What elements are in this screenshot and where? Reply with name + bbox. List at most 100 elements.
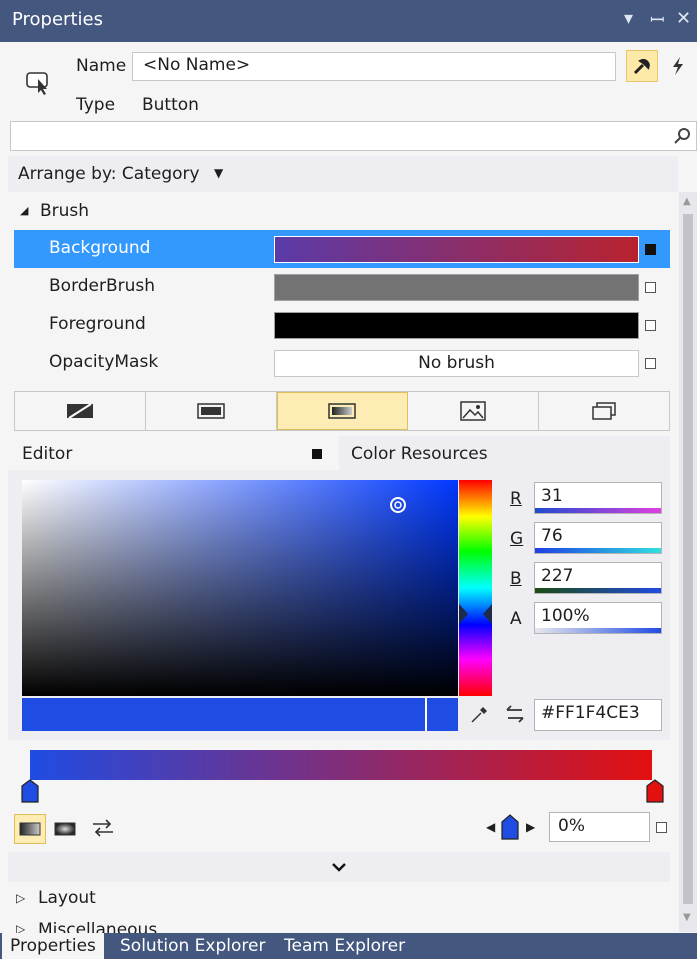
gradient-brush-tab[interactable] — [276, 392, 409, 430]
blue-channel-bar — [535, 588, 661, 593]
no-brush-icon — [66, 403, 93, 419]
property-name: Background — [49, 238, 151, 258]
color-preview — [22, 698, 458, 731]
property-search-input[interactable] — [10, 121, 697, 151]
layout-category-label: Layout — [38, 888, 96, 908]
hue-slider[interactable] — [459, 480, 492, 696]
red-channel-bar — [535, 508, 661, 513]
gradient-offset-input[interactable]: 0% — [549, 812, 650, 842]
selected-stop-icon — [501, 814, 519, 840]
properties-view-button[interactable] — [626, 50, 658, 82]
arrange-by-label: Arrange by: Category — [18, 164, 200, 184]
expanded-triangle-icon: ◢ — [20, 204, 29, 217]
borderbrush-swatch[interactable] — [274, 274, 639, 301]
blue-channel-input[interactable]: 227 — [534, 562, 662, 594]
vertical-scrollbar[interactable]: ▲ ▼ — [679, 192, 697, 932]
advanced-options-marker[interactable] — [656, 822, 667, 833]
opacitymask-value[interactable]: No brush — [274, 350, 639, 377]
green-value: 76 — [541, 526, 563, 546]
radial-gradient-button[interactable] — [50, 814, 80, 844]
dropdown-icon[interactable]: ▾ — [624, 8, 633, 29]
picker-cursor[interactable] — [389, 496, 407, 514]
advanced-options-marker[interactable] — [645, 358, 656, 369]
gradient-brush-icon — [328, 403, 357, 419]
hue-slider-thumb[interactable] — [459, 604, 492, 624]
green-channel-input[interactable]: 76 — [534, 522, 662, 554]
next-stop-arrow[interactable]: ▶ — [526, 820, 535, 834]
green-channel-bar — [535, 548, 661, 553]
tab-color-resources[interactable]: Color Resources — [339, 436, 670, 470]
scroll-down-arrow[interactable]: ▼ — [683, 912, 691, 923]
panel-title: Properties — [12, 9, 103, 30]
name-field[interactable]: <No Name> — [132, 52, 616, 81]
blue-value: 227 — [541, 566, 574, 586]
gradient-bar[interactable] — [30, 750, 652, 780]
saturation-value-picker[interactable] — [22, 480, 458, 696]
resource-brush-icon — [592, 402, 616, 420]
prev-stop-arrow[interactable]: ◀ — [486, 820, 495, 834]
solid-brush-icon — [196, 403, 225, 419]
wrench-icon — [633, 59, 650, 75]
alpha-channel-bar — [535, 628, 661, 633]
chevron-down-icon — [332, 863, 346, 872]
red-value: 31 — [541, 486, 563, 506]
misc-category-header[interactable]: ▷ Miscellaneous — [8, 916, 670, 934]
misc-category-label: Miscellaneous — [38, 920, 158, 934]
reverse-gradient-icon[interactable] — [90, 816, 116, 840]
g-label: G — [510, 529, 524, 549]
tab-team-explorer[interactable]: Team Explorer — [276, 933, 413, 959]
alpha-channel-input[interactable]: 100% — [534, 602, 662, 634]
editor-marker — [312, 449, 322, 459]
linear-gradient-icon — [19, 822, 41, 836]
no-brush-tab[interactable] — [15, 392, 146, 430]
brush-category-label: Brush — [40, 201, 90, 221]
linear-gradient-button[interactable] — [14, 814, 46, 844]
hex-color-input[interactable]: #FF1F4CE3 — [534, 699, 662, 731]
property-row-background[interactable]: Background — [14, 230, 670, 268]
gradient-stop-start[interactable] — [21, 779, 39, 803]
radial-gradient-icon — [54, 822, 76, 836]
scrollbar-thumb[interactable] — [683, 214, 693, 904]
foreground-swatch[interactable] — [274, 312, 639, 339]
scroll-up-arrow[interactable]: ▲ — [683, 196, 691, 207]
events-view-button[interactable] — [664, 50, 692, 82]
alpha-value: 100% — [541, 606, 590, 626]
swap-format-icon[interactable] — [504, 704, 526, 724]
solid-brush-tab[interactable] — [146, 392, 277, 430]
property-name: OpacityMask — [49, 352, 159, 372]
eyedropper-icon[interactable] — [470, 704, 490, 724]
gradient-stop-end[interactable] — [646, 779, 664, 803]
property-row-foreground[interactable]: Foreground — [14, 306, 670, 344]
type-value: Button — [142, 95, 199, 115]
tab-editor[interactable]: Editor — [8, 436, 339, 470]
panel-titlebar: Properties ▾ ꟷ ✕ — [0, 0, 697, 42]
tab-color-resources-label: Color Resources — [351, 444, 488, 464]
r-label: R — [510, 489, 522, 509]
tile-brush-tab[interactable] — [408, 392, 540, 430]
brush-category-header[interactable]: ◢ Brush — [8, 192, 678, 230]
close-icon[interactable]: ✕ — [676, 8, 691, 29]
property-name: BorderBrush — [49, 276, 156, 296]
pin-icon[interactable]: ꟷ — [650, 8, 665, 32]
property-row-borderbrush[interactable]: BorderBrush — [14, 268, 670, 306]
name-label: Name — [76, 56, 127, 76]
property-row-opacitymask[interactable]: OpacityMask No brush — [14, 344, 670, 382]
resource-brush-tab[interactable] — [539, 392, 669, 430]
editor-expander[interactable] — [8, 852, 670, 882]
property-name: Foreground — [49, 314, 146, 334]
brush-type-tabs — [14, 391, 670, 431]
advanced-options-marker[interactable] — [645, 282, 656, 293]
b-label: B — [510, 569, 522, 589]
advanced-options-marker[interactable] — [645, 244, 656, 255]
tab-solution-explorer[interactable]: Solution Explorer — [112, 933, 273, 959]
background-swatch[interactable] — [274, 236, 639, 263]
arrange-by-dropdown[interactable]: Arrange by: Category ▼ — [8, 156, 678, 192]
type-label: Type — [76, 95, 116, 115]
bottom-tab-strip: Properties Solution Explorer Team Explor… — [0, 933, 697, 959]
search-icon — [674, 128, 690, 144]
advanced-options-marker[interactable] — [645, 320, 656, 331]
layout-category-header[interactable]: ▷ Layout — [8, 882, 670, 916]
collapsed-triangle-icon: ▷ — [16, 891, 26, 905]
red-channel-input[interactable]: 31 — [534, 482, 662, 514]
tab-properties[interactable]: Properties — [2, 933, 104, 959]
